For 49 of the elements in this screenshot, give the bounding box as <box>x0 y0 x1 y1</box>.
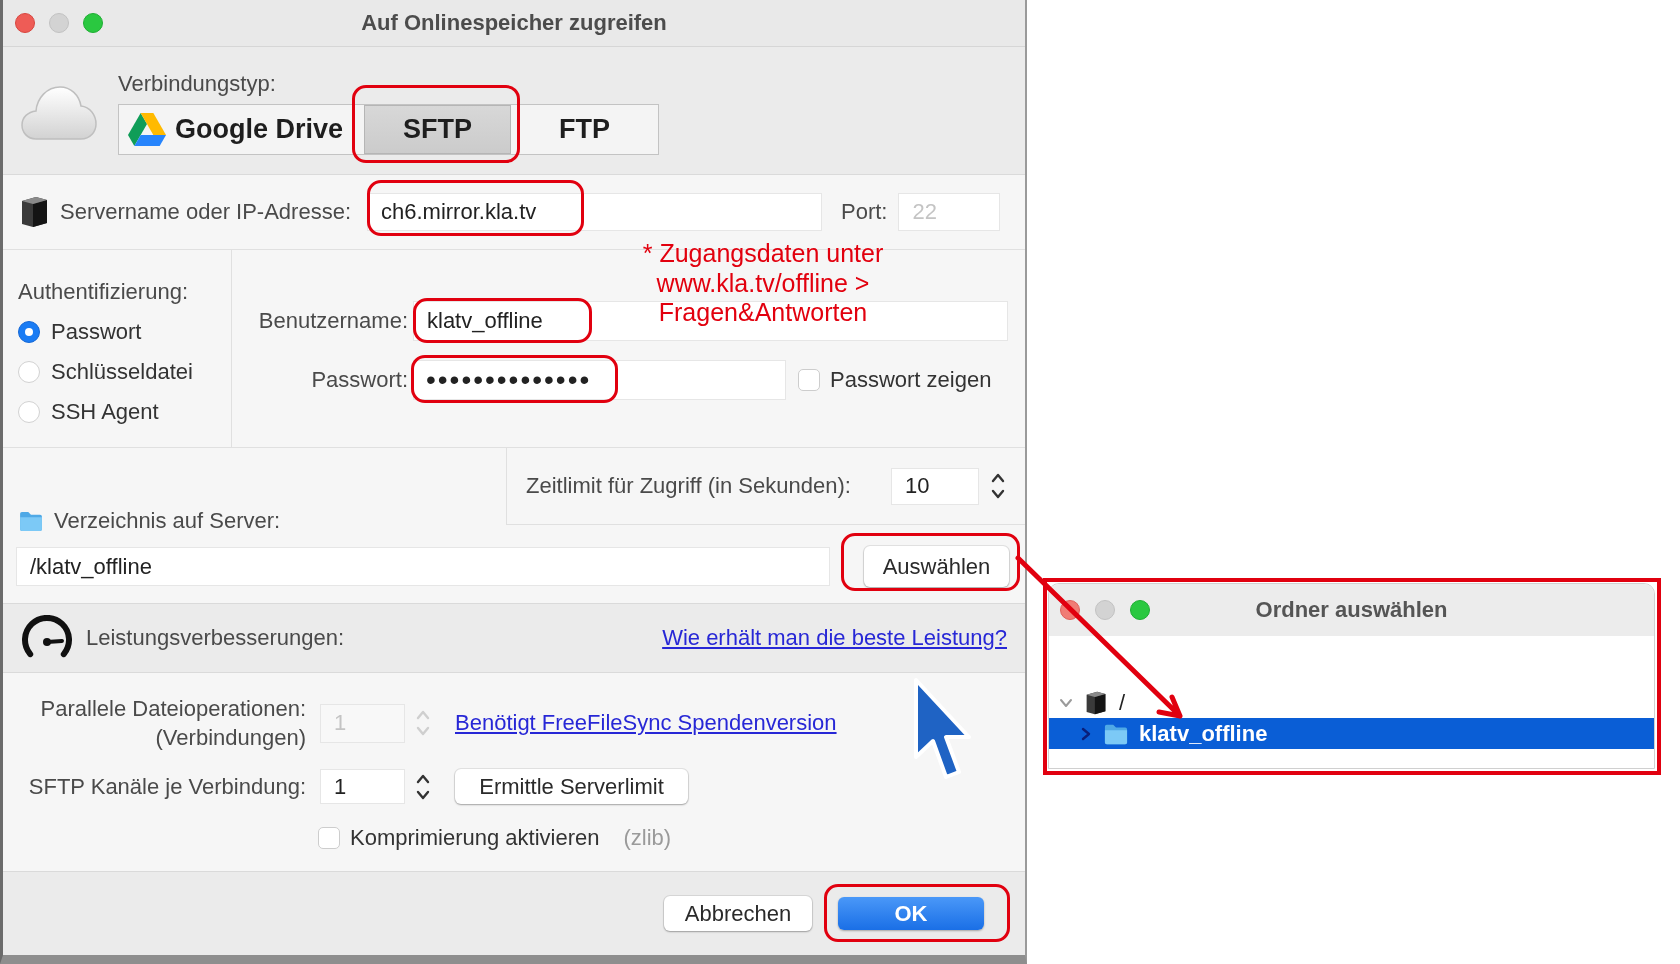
password-field[interactable]: •••••••••••••• <box>413 360 786 400</box>
server-limit-button[interactable]: Ermittle Serverlimit <box>455 769 688 804</box>
radio-option[interactable]: Passwort <box>18 312 142 352</box>
window-title: Auf Onlinespeicher zugreifen <box>361 10 667 36</box>
minimize-icon[interactable] <box>1095 600 1115 620</box>
field-label: Servername oder IP-Adresse: <box>60 199 353 225</box>
server-icon <box>1084 690 1108 715</box>
pointer-cursor-icon <box>913 677 973 782</box>
field-label: Parallele Dateioperationen: (Verbindungen) <box>39 695 306 752</box>
channels-field[interactable]: 1 <box>320 769 405 804</box>
window-title: Ordner auswählen <box>1255 597 1448 623</box>
field-label: Verbindungstyp: <box>118 71 277 97</box>
folder-icon <box>19 511 43 531</box>
checkbox-option[interactable]: Komprimierung aktivieren <box>318 825 600 851</box>
tree-item[interactable]: klatv_offline <box>1049 718 1654 749</box>
minimize-icon[interactable] <box>49 13 69 33</box>
section-label: Leistungsverbesserungen: <box>86 625 345 651</box>
group-label: Authentifizierung: <box>18 279 189 305</box>
maximize-icon[interactable] <box>83 13 103 33</box>
hint-text: (zlib) <box>623 825 672 851</box>
ok-button[interactable]: OK <box>838 897 984 930</box>
field-label: Zeitlimit für Zugriff (in Sekunden): <box>526 473 851 499</box>
timeout-field[interactable]: 10 <box>891 467 979 505</box>
choose-button[interactable]: Auswählen <box>864 546 1009 587</box>
cloud-icon <box>21 86 97 140</box>
checkbox-icon[interactable] <box>798 369 820 391</box>
connection-type-tab[interactable]: FTP <box>511 105 659 154</box>
server-icon <box>21 196 48 228</box>
drive-logo-icon <box>128 113 166 146</box>
connection-type-tab[interactable]: Google Drive <box>119 105 350 154</box>
field-label: SFTP Kanäle je Verbindung: <box>27 773 306 801</box>
field-label: Port: <box>841 199 888 225</box>
radio-option[interactable]: Schlüsseldatei <box>18 352 193 392</box>
connection-type-tab[interactable]: SFTP <box>364 105 512 154</box>
help-link[interactable]: Wie erhält man die beste Leistung? <box>662 625 1007 651</box>
checkbox-icon[interactable] <box>318 827 340 849</box>
cancel-button[interactable]: Abbrechen <box>664 896 812 931</box>
directory-field[interactable]: /klatv_offline <box>16 547 830 586</box>
radio-option[interactable]: SSH Agent <box>18 392 159 432</box>
close-icon[interactable] <box>15 13 35 33</box>
field-label: Passwort: <box>310 367 408 393</box>
maximize-icon[interactable] <box>1130 600 1150 620</box>
field-label: Verzeichnis auf Server: <box>54 508 281 534</box>
checkbox-option[interactable]: Passwort zeigen <box>798 367 992 393</box>
tree-item[interactable]: / <box>1049 687 1654 718</box>
chevron-right-icon[interactable] <box>1079 726 1093 741</box>
field-label: Benutzername: <box>257 308 408 334</box>
server-field[interactable]: ch6.mirror.kla.tv <box>367 193 822 231</box>
radio-icon[interactable] <box>18 321 40 343</box>
